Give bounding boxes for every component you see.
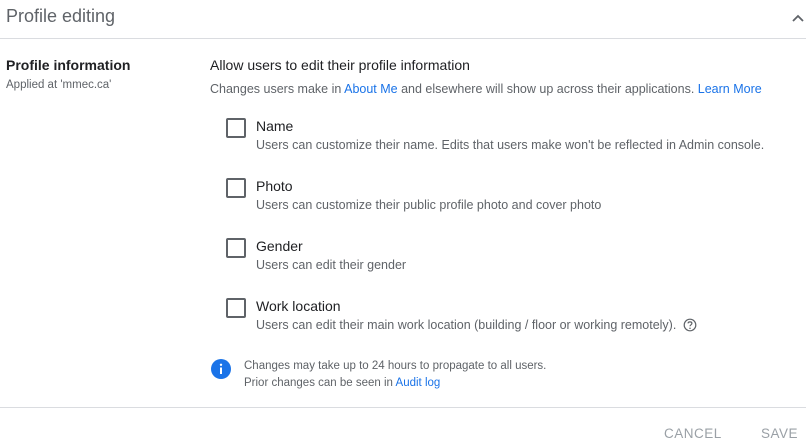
info-icon [211,359,231,379]
save-button[interactable]: SAVE [761,426,798,441]
setting-description: Changes users make in About Me and elsew… [210,82,762,96]
info-line-2-prefix: Prior changes can be seen in [244,377,396,389]
help-circle-icon[interactable] [683,318,697,332]
page-title: Profile editing [6,6,116,26]
footer-divider [0,407,806,408]
audit-log-link[interactable]: Audit log [396,377,441,389]
name-checkbox[interactable] [226,118,246,138]
info-note: Changes may take up to 24 hours to propa… [244,358,546,392]
page-header: Profile editing [0,0,806,39]
option-description: Users can edit their gender [256,258,407,272]
option-label: Name [256,118,294,134]
cancel-button[interactable]: CANCEL [664,426,722,441]
option-description: Users can edit their main work location … [256,318,677,332]
photo-checkbox[interactable] [226,178,246,198]
option-label: Work location [256,298,341,314]
option-label: Photo [256,178,293,194]
applied-at-text: Applied at 'mmec.ca' [6,79,112,91]
section-title: Profile information [6,57,131,73]
gender-checkbox[interactable] [226,238,246,258]
info-line-1: Changes may take up to 24 hours to propa… [244,360,547,372]
learn-more-link[interactable]: Learn More [698,82,762,96]
work-location-checkbox[interactable] [226,298,246,318]
option-description: Users can customize their public profile… [256,198,602,212]
option-description: Users can customize their name. Edits th… [256,138,765,152]
about-me-link[interactable]: About Me [344,82,398,96]
option-label: Gender [256,238,303,254]
description-prefix: Changes users make in [210,82,345,96]
chevron-up-icon[interactable] [790,10,806,26]
info-line-2: Prior changes can be seen in Audit log [244,375,546,392]
setting-title: Allow users to edit their profile inform… [210,57,470,73]
description-middle: and elsewhere will show up across their … [397,82,698,96]
option-description-row: Users can edit their main work location … [256,318,697,332]
section-info: Profile information Applied at 'mmec.ca' [6,57,130,91]
